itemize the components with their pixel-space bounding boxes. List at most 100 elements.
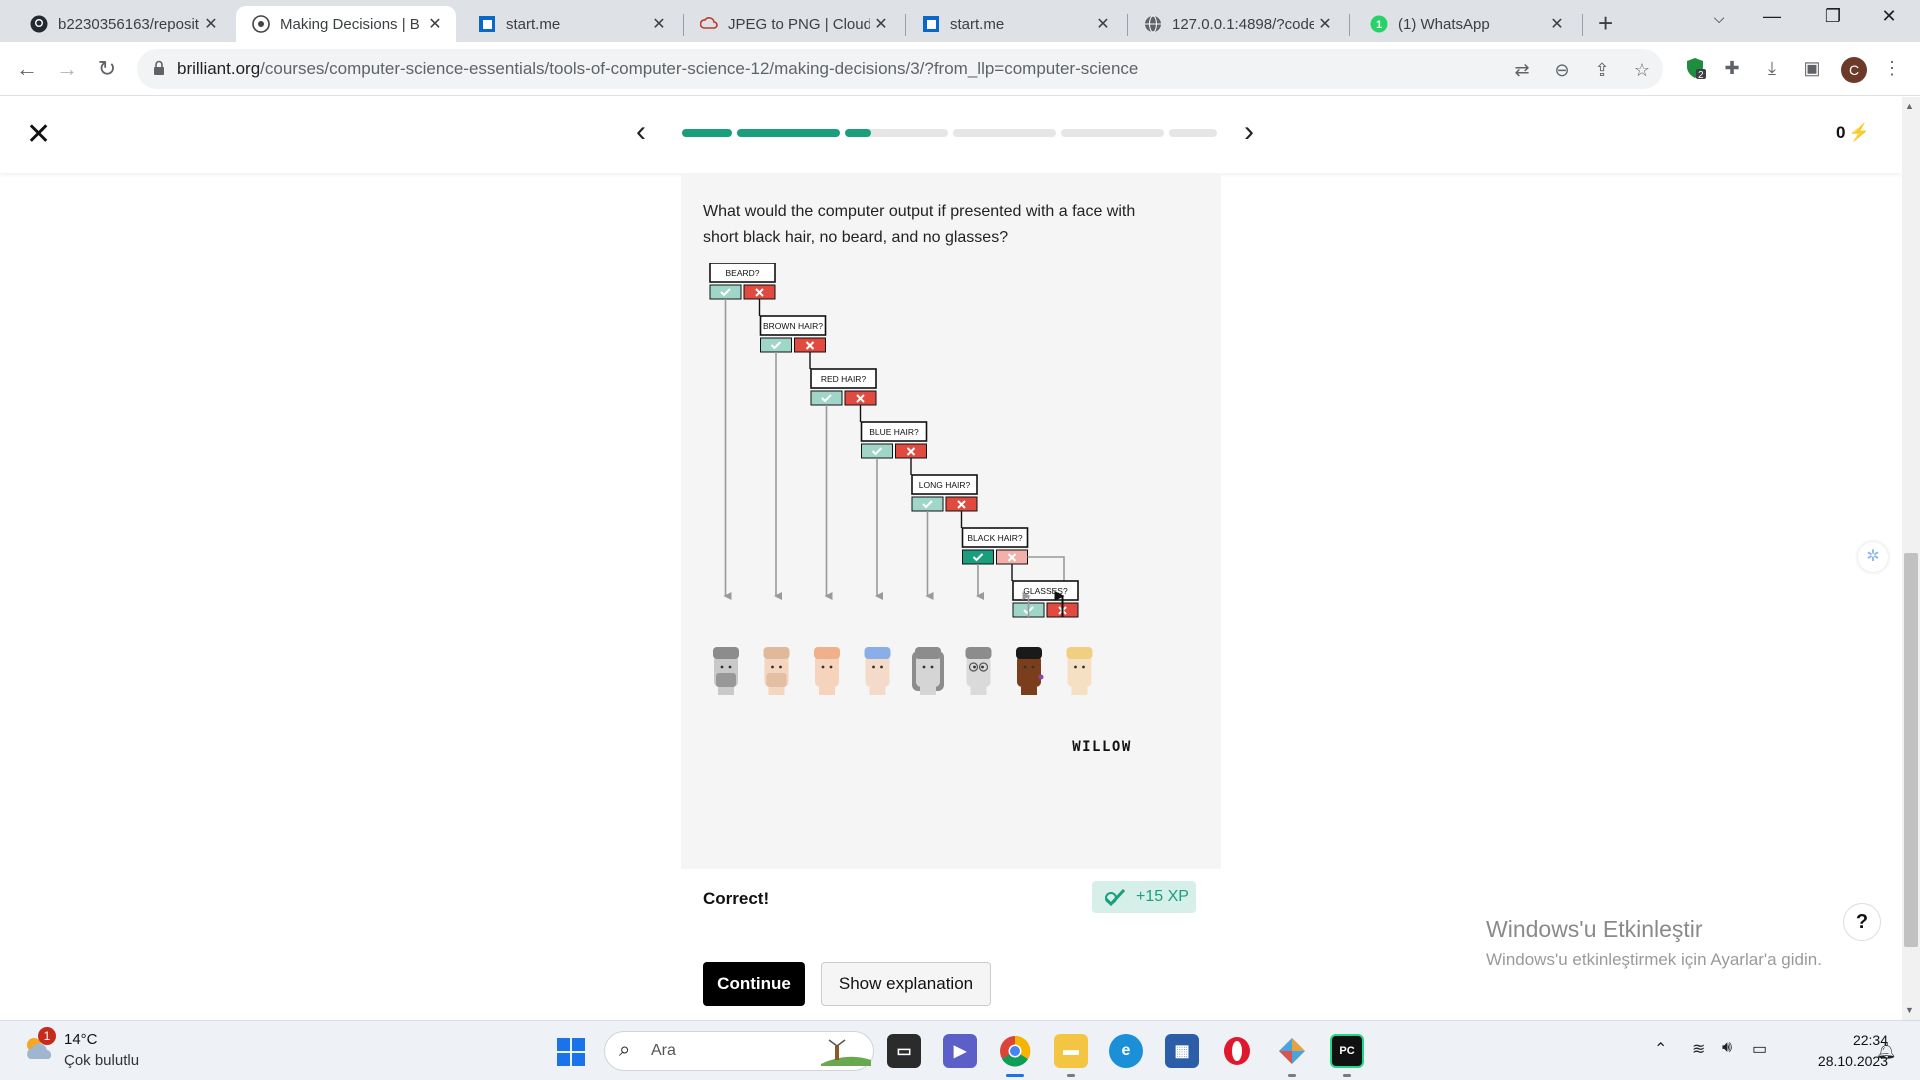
side-panel-icon[interactable]: ▣ (1800, 56, 1824, 80)
profile-avatar[interactable]: C (1841, 57, 1867, 83)
tab-close-icon[interactable]: ✕ (424, 14, 446, 34)
zoom-out-icon[interactable]: ⊖ (1551, 59, 1573, 81)
xp-text: +15 XP (1136, 888, 1189, 905)
tray-chevron-up-icon[interactable]: ⌃ (1654, 1039, 1667, 1059)
weather-description[interactable]: Çok bulutlu (64, 1052, 139, 1069)
progress-segment-3[interactable] (845, 129, 948, 137)
progress-segment-1[interactable] (682, 129, 732, 137)
yes-branch-box (810, 390, 843, 406)
minimize-icon[interactable]: — (1752, 6, 1792, 27)
bolt-icon: ⚡ (1848, 123, 1870, 142)
lesson-header: ✕ ‹ › 0 ⚡ (0, 97, 1902, 173)
pycharm-icon[interactable]: PC (1330, 1034, 1364, 1068)
face-avatar (1066, 647, 1093, 695)
gitkraken-icon[interactable] (1275, 1034, 1309, 1068)
progress-segment-5[interactable] (1061, 129, 1164, 137)
volume-icon[interactable]: 🔊︎ (1722, 1039, 1732, 1057)
weather-temperature[interactable]: 14°C (64, 1031, 98, 1048)
previous-chevron-icon[interactable]: ‹ (636, 115, 646, 149)
translate-icon[interactable]: ⇄ (1511, 59, 1533, 81)
tab-search-chevron-icon[interactable]: ⌵ (1699, 10, 1739, 27)
progress-segment-4[interactable] (953, 129, 1056, 137)
progress-segment-6[interactable] (1169, 129, 1217, 137)
bookmark-star-icon[interactable]: ☆ (1631, 59, 1653, 81)
tab-startme-2[interactable]: start.me ✕ (906, 6, 1124, 42)
scroll-down-arrow-icon[interactable]: ▼ (1905, 1005, 1914, 1015)
show-explanation-button[interactable]: Show explanation (821, 962, 991, 1006)
brilliant-icon (252, 15, 270, 33)
chrome-icon[interactable] (998, 1034, 1032, 1068)
tab-localhost[interactable]: 127.0.0.1:4898/?code ✕ (1128, 6, 1346, 42)
next-chevron-icon[interactable]: › (1244, 115, 1254, 149)
notification-bell-icon[interactable]: 🔔︎ (1876, 1041, 1896, 1061)
face-neck (1021, 687, 1037, 695)
scrollbar-thumb[interactable] (1904, 553, 1918, 947)
back-arrow-icon[interactable]: ← (12, 54, 42, 84)
tab-title: (1) WhatsApp (1398, 15, 1490, 33)
teams-chat-icon[interactable]: ▶ (943, 1034, 977, 1068)
download-icon[interactable]: ⤓ (1760, 56, 1784, 80)
tab-github[interactable]: b2230356163/reposit ✕ (14, 6, 232, 42)
task-view-icon[interactable]: ▭ (887, 1034, 921, 1068)
question-node-label: GLASSES? (1023, 586, 1068, 596)
help-button[interactable]: ? (1843, 903, 1881, 941)
tab-separator (1127, 14, 1128, 36)
face-neck (1071, 687, 1088, 695)
continue-button[interactable]: Continue (703, 962, 805, 1006)
tab-close-icon[interactable]: ✕ (1546, 14, 1568, 34)
willow-face-avatar (1016, 647, 1044, 695)
tab-close-icon[interactable]: ✕ (1092, 14, 1114, 34)
tab-title: start.me (950, 15, 1005, 33)
face-hair (713, 647, 739, 659)
question-node-label: RED HAIR? (821, 374, 867, 384)
restore-icon[interactable]: ❐ (1813, 6, 1853, 27)
tab-close-icon[interactable]: ✕ (870, 14, 892, 34)
face-skin (916, 655, 940, 687)
question-node-label: BLACK HAIR? (967, 533, 1023, 543)
reload-icon[interactable]: ↻ (92, 54, 122, 84)
windows-activation-subtitle: Windows'u etkinleştirmek için Ayarlar'a … (1486, 950, 1822, 969)
running-indicator (1343, 1074, 1351, 1077)
face-eye (779, 665, 782, 669)
address-bar[interactable]: brilliant.org/courses/computer-science-e… (137, 49, 1663, 89)
edge-icon[interactable]: e (1109, 1034, 1143, 1068)
tab-close-icon[interactable]: ✕ (648, 14, 670, 34)
window-close-icon[interactable]: ✕ (1869, 6, 1909, 27)
startme-icon (922, 15, 940, 33)
store-icon[interactable]: ▦ (1165, 1034, 1199, 1068)
file-explorer-icon[interactable]: ▬ (1054, 1034, 1088, 1068)
face-eye (872, 665, 875, 669)
face-neck (718, 687, 734, 695)
extensions-puzzle-icon[interactable]: ✚ (1720, 56, 1744, 80)
tab-title: b2230356163/reposit (58, 15, 199, 33)
windows-start-icon[interactable] (556, 1037, 586, 1067)
face-eye (1082, 665, 1085, 669)
extension-shield-icon[interactable]: 2 (1683, 56, 1707, 81)
tab-cloudconvert[interactable]: JPEG to PNG | Cloud ✕ (684, 6, 902, 42)
face-beard (766, 673, 787, 687)
wifi-icon[interactable]: ≋ (1692, 1039, 1705, 1059)
yes-branch-box (911, 496, 944, 512)
opera-icon[interactable] (1220, 1034, 1254, 1068)
more-menu-icon[interactable]: ⋮ (1880, 56, 1904, 80)
scroll-up-arrow-icon[interactable]: ▲ (1905, 101, 1914, 111)
face-hair (965, 647, 992, 659)
tab-making-decisions[interactable]: Making Decisions | B ✕ (236, 6, 456, 42)
battery-icon[interactable]: ▭ (1752, 1039, 1767, 1059)
close-lesson-icon[interactable]: ✕ (26, 117, 51, 152)
tab-startme-1[interactable]: start.me ✕ (462, 6, 680, 42)
progress-segment-2[interactable] (737, 129, 840, 137)
share-icon[interactable]: ⇪ (1591, 59, 1613, 81)
face-eye (1023, 665, 1027, 669)
side-assistant-icon[interactable]: ✲ (1858, 542, 1888, 572)
tab-whatsapp[interactable]: 1 (1) WhatsApp ✕ (1354, 6, 1578, 42)
taskbar-search[interactable]: ⌕ Ara (604, 1031, 874, 1071)
face-neck (920, 687, 936, 695)
new-tab-plus-icon[interactable]: + (1598, 8, 1613, 39)
tab-close-icon[interactable]: ✕ (200, 14, 222, 34)
forward-arrow-icon[interactable]: → (52, 54, 82, 84)
face-eye (720, 665, 724, 669)
clock-date[interactable]: 28.10.2023 (1792, 1053, 1888, 1069)
tab-close-icon[interactable]: ✕ (1314, 14, 1336, 34)
tab-separator (905, 14, 906, 36)
